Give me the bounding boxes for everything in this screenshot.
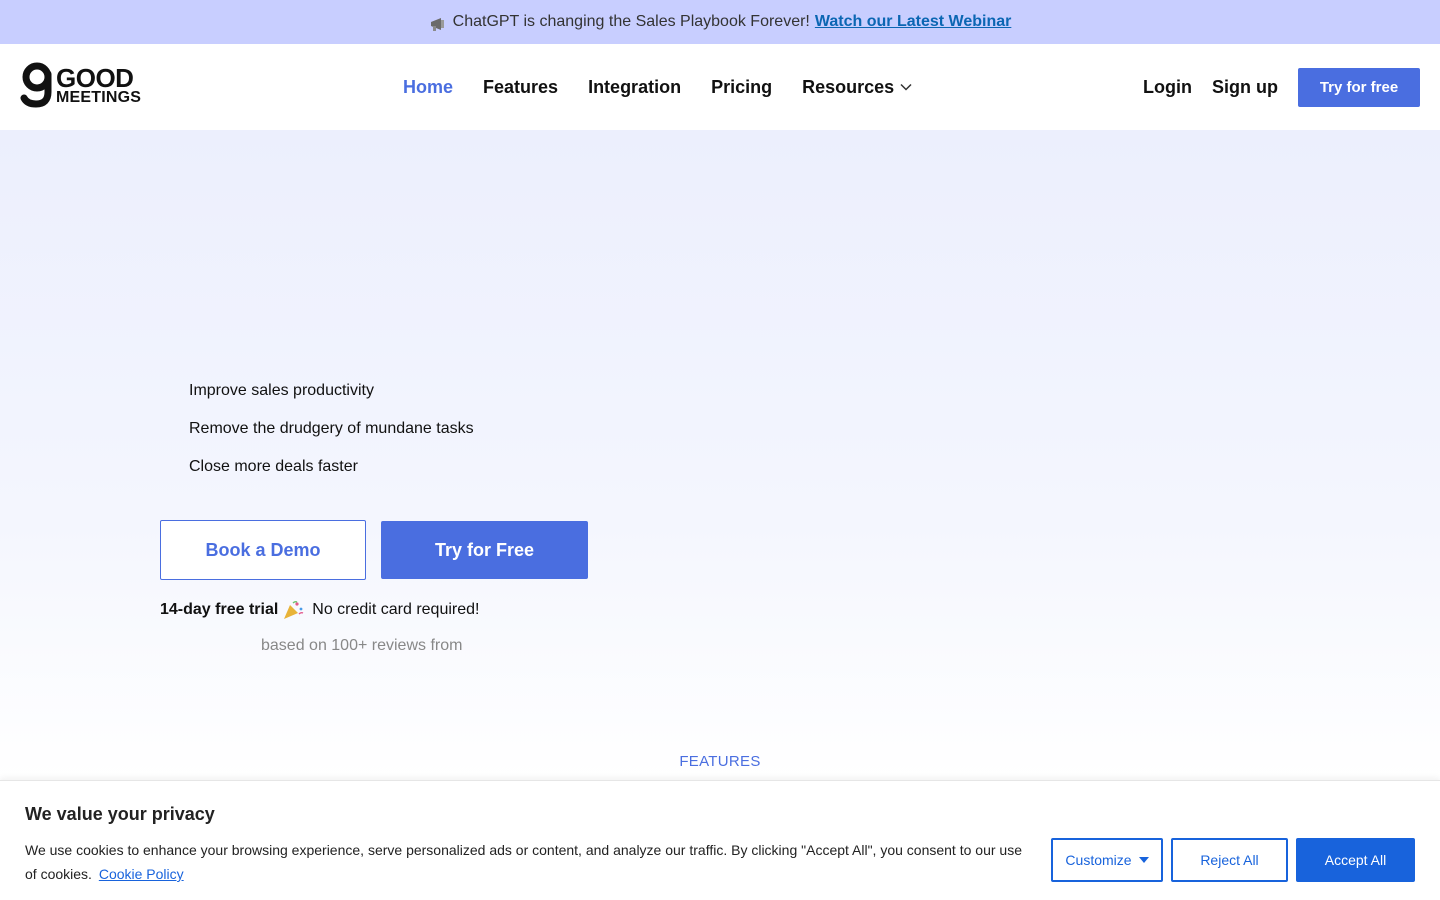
- reviews-text: based on 100+ reviews from: [261, 637, 463, 654]
- logo-text-meetings: MEETINGS: [56, 88, 142, 106]
- reject-all-button[interactable]: Reject All: [1171, 838, 1288, 882]
- book-demo-button[interactable]: Book a Demo: [160, 520, 366, 580]
- hero-cta-row: Book a Demo Try for Free: [160, 520, 588, 580]
- features-section-label: FEATURES: [679, 753, 761, 770]
- customize-label: Customize: [1065, 852, 1132, 868]
- main-nav: Home Features Integration Pricing Resour…: [403, 44, 942, 130]
- site-header: GOOD MEETINGS Home Features Integration …: [0, 44, 1440, 130]
- party-popper-icon: [284, 600, 304, 619]
- cookie-description: We use cookies to enhance your browsing …: [25, 838, 1035, 886]
- megaphone-icon: [430, 18, 444, 31]
- cookie-policy-link[interactable]: Cookie Policy: [99, 866, 184, 882]
- trial-duration: 14-day free trial: [160, 601, 279, 618]
- benefit-item: Remove the drudgery of mundane tasks: [189, 420, 474, 437]
- logo-g-icon: [20, 62, 52, 108]
- chevron-down-icon: [900, 83, 912, 91]
- nav-features[interactable]: Features: [483, 77, 558, 98]
- try-for-free-header-button[interactable]: Try for free: [1298, 67, 1420, 107]
- signup-link[interactable]: Sign up: [1212, 77, 1278, 98]
- webinar-link[interactable]: Watch our Latest Webinar: [815, 13, 1011, 31]
- try-for-free-hero-button[interactable]: Try for Free: [381, 521, 588, 579]
- nav-integration[interactable]: Integration: [588, 77, 681, 98]
- no-credit-card-text: No credit card required!: [312, 601, 480, 618]
- benefit-item: Improve sales productivity: [189, 382, 374, 399]
- caret-down-icon: [1138, 857, 1149, 863]
- cookie-title: We value your privacy: [25, 804, 215, 824]
- cookie-actions: Customize Reject All Accept All: [1051, 838, 1415, 882]
- auth-actions: Login Sign up Try for free: [1143, 44, 1420, 130]
- benefit-list: Improve sales productivity Remove the dr…: [189, 380, 474, 494]
- announcement-text: ChatGPT is changing the Sales Playbook F…: [452, 13, 810, 30]
- nav-resources[interactable]: Resources: [802, 77, 912, 98]
- cookie-banner: We value your privacy We use cookies to …: [0, 780, 1440, 900]
- nav-pricing[interactable]: Pricing: [711, 77, 772, 98]
- benefit-item: Close more deals faster: [189, 458, 358, 475]
- trial-note: 14-day free trial No credit card require…: [160, 600, 479, 620]
- logo-text-good: GOOD: [56, 62, 134, 93]
- hero-section: Improve sales productivity Remove the dr…: [0, 130, 1440, 780]
- login-link[interactable]: Login: [1143, 77, 1192, 98]
- customize-button[interactable]: Customize: [1051, 838, 1163, 882]
- logo[interactable]: GOOD MEETINGS: [20, 62, 150, 108]
- accept-all-button[interactable]: Accept All: [1296, 838, 1415, 882]
- announcement-bar: ChatGPT is changing the Sales Playbook F…: [0, 0, 1440, 44]
- nav-resources-label: Resources: [802, 76, 895, 97]
- nav-home[interactable]: Home: [403, 77, 453, 98]
